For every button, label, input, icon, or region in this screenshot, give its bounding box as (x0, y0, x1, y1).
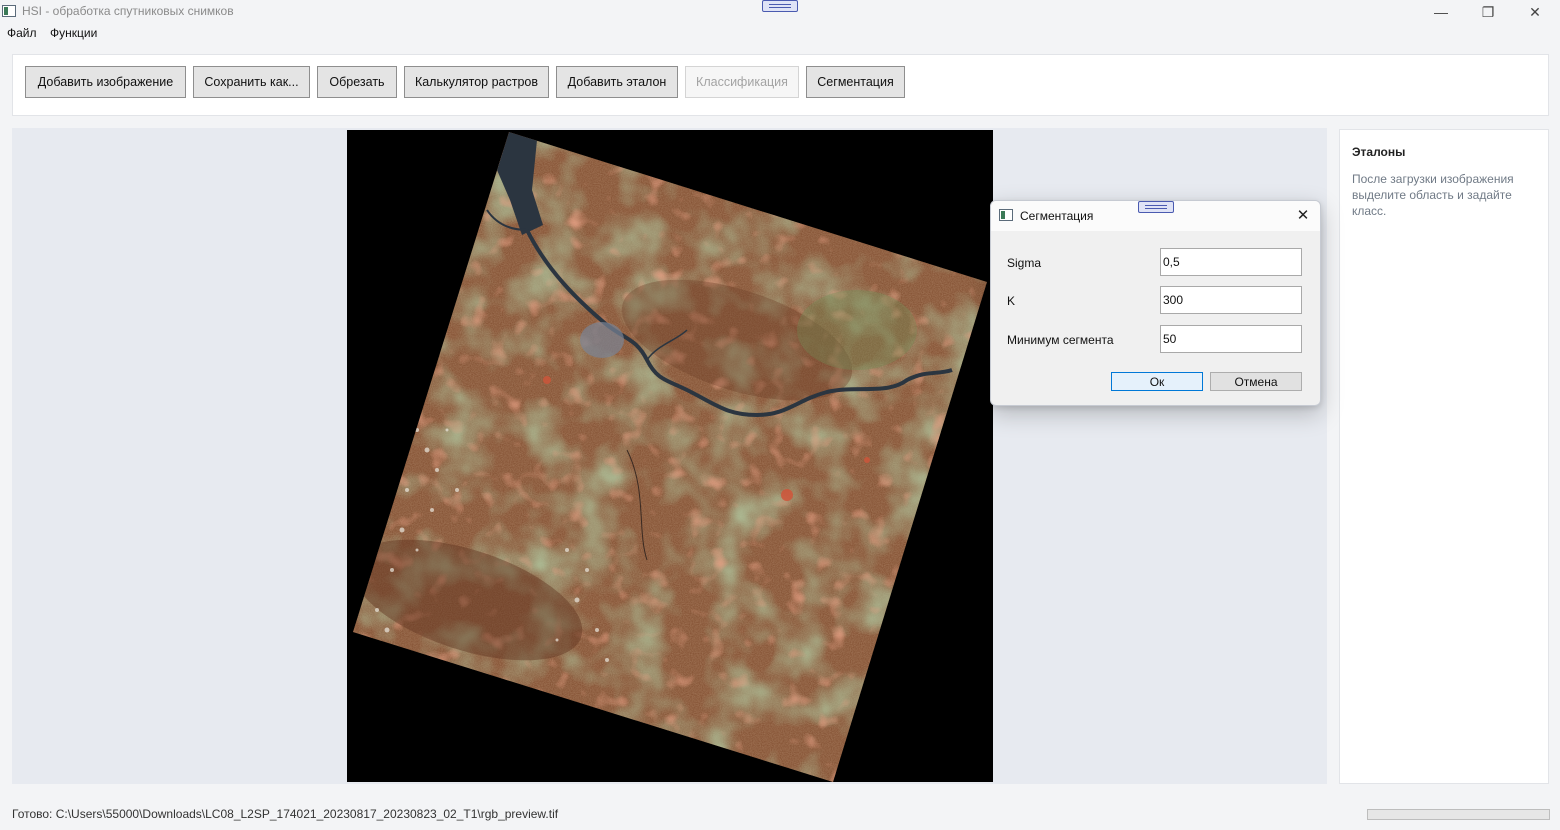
segmentation-button[interactable]: Сегментация (806, 66, 905, 98)
satellite-image (353, 132, 987, 782)
dialog-snap-handle[interactable] (1138, 201, 1174, 213)
samples-panel: Эталоны После загрузки изображения выдел… (1339, 129, 1549, 784)
save-as-button[interactable]: Сохранить как... (193, 66, 310, 98)
close-button[interactable]: ✕ (1512, 0, 1558, 24)
toolbar: Добавить изображение Сохранить как... Об… (12, 54, 1549, 116)
status-text: Готово: C:\Users\55000\Downloads\LC08_L2… (12, 807, 559, 821)
segmentation-dialog: Сегментация ✕ Sigma K Минимум сегмента О… (990, 200, 1321, 406)
samples-panel-title: Эталоны (1352, 145, 1406, 159)
snap-layout-handle[interactable] (762, 0, 798, 12)
samples-panel-hint: После загрузки изображения выделите обла… (1352, 172, 1514, 218)
minimize-button[interactable]: — (1418, 0, 1464, 24)
raster-calculator-button[interactable]: Калькулятор растров (404, 66, 549, 98)
dialog-title-bar[interactable]: Сегментация ✕ (991, 201, 1320, 231)
ok-button[interactable]: Ок (1111, 372, 1203, 391)
min-segment-label: Минимум сегмента (1007, 333, 1114, 347)
scene-footprint (353, 132, 987, 782)
sigma-label: Sigma (1007, 256, 1042, 270)
crop-button[interactable]: Обрезать (317, 66, 397, 98)
menu-file[interactable]: Файл (7, 26, 37, 40)
k-input[interactable] (1160, 286, 1302, 314)
city-area (580, 322, 624, 358)
classify-button[interactable]: Классификация (685, 66, 799, 98)
image-canvas[interactable] (347, 130, 993, 782)
min-segment-input[interactable] (1160, 325, 1302, 353)
title-bar: HSI - обработка спутниковых снимков — ❐ … (0, 0, 1560, 24)
add-sample-button[interactable]: Добавить эталон (556, 66, 678, 98)
dialog-close-icon[interactable]: ✕ (1293, 206, 1313, 226)
dialog-title: Сегментация (1020, 209, 1094, 223)
cancel-button[interactable]: Отмена (1210, 372, 1302, 391)
menu-functions[interactable]: Функции (50, 26, 97, 40)
dialog-app-icon (999, 209, 1013, 221)
add-image-button[interactable]: Добавить изображение (25, 66, 186, 98)
app-icon (2, 5, 16, 17)
status-bar: Готово: C:\Users\55000\Downloads\LC08_L2… (0, 796, 1560, 830)
window-title: HSI - обработка спутниковых снимков (22, 4, 234, 18)
sigma-input[interactable] (1160, 248, 1302, 276)
k-label: K (1007, 294, 1016, 308)
restore-button[interactable]: ❐ (1465, 0, 1511, 24)
menu-bar: Файл Функции (0, 24, 1560, 42)
progress-bar (1367, 809, 1550, 820)
